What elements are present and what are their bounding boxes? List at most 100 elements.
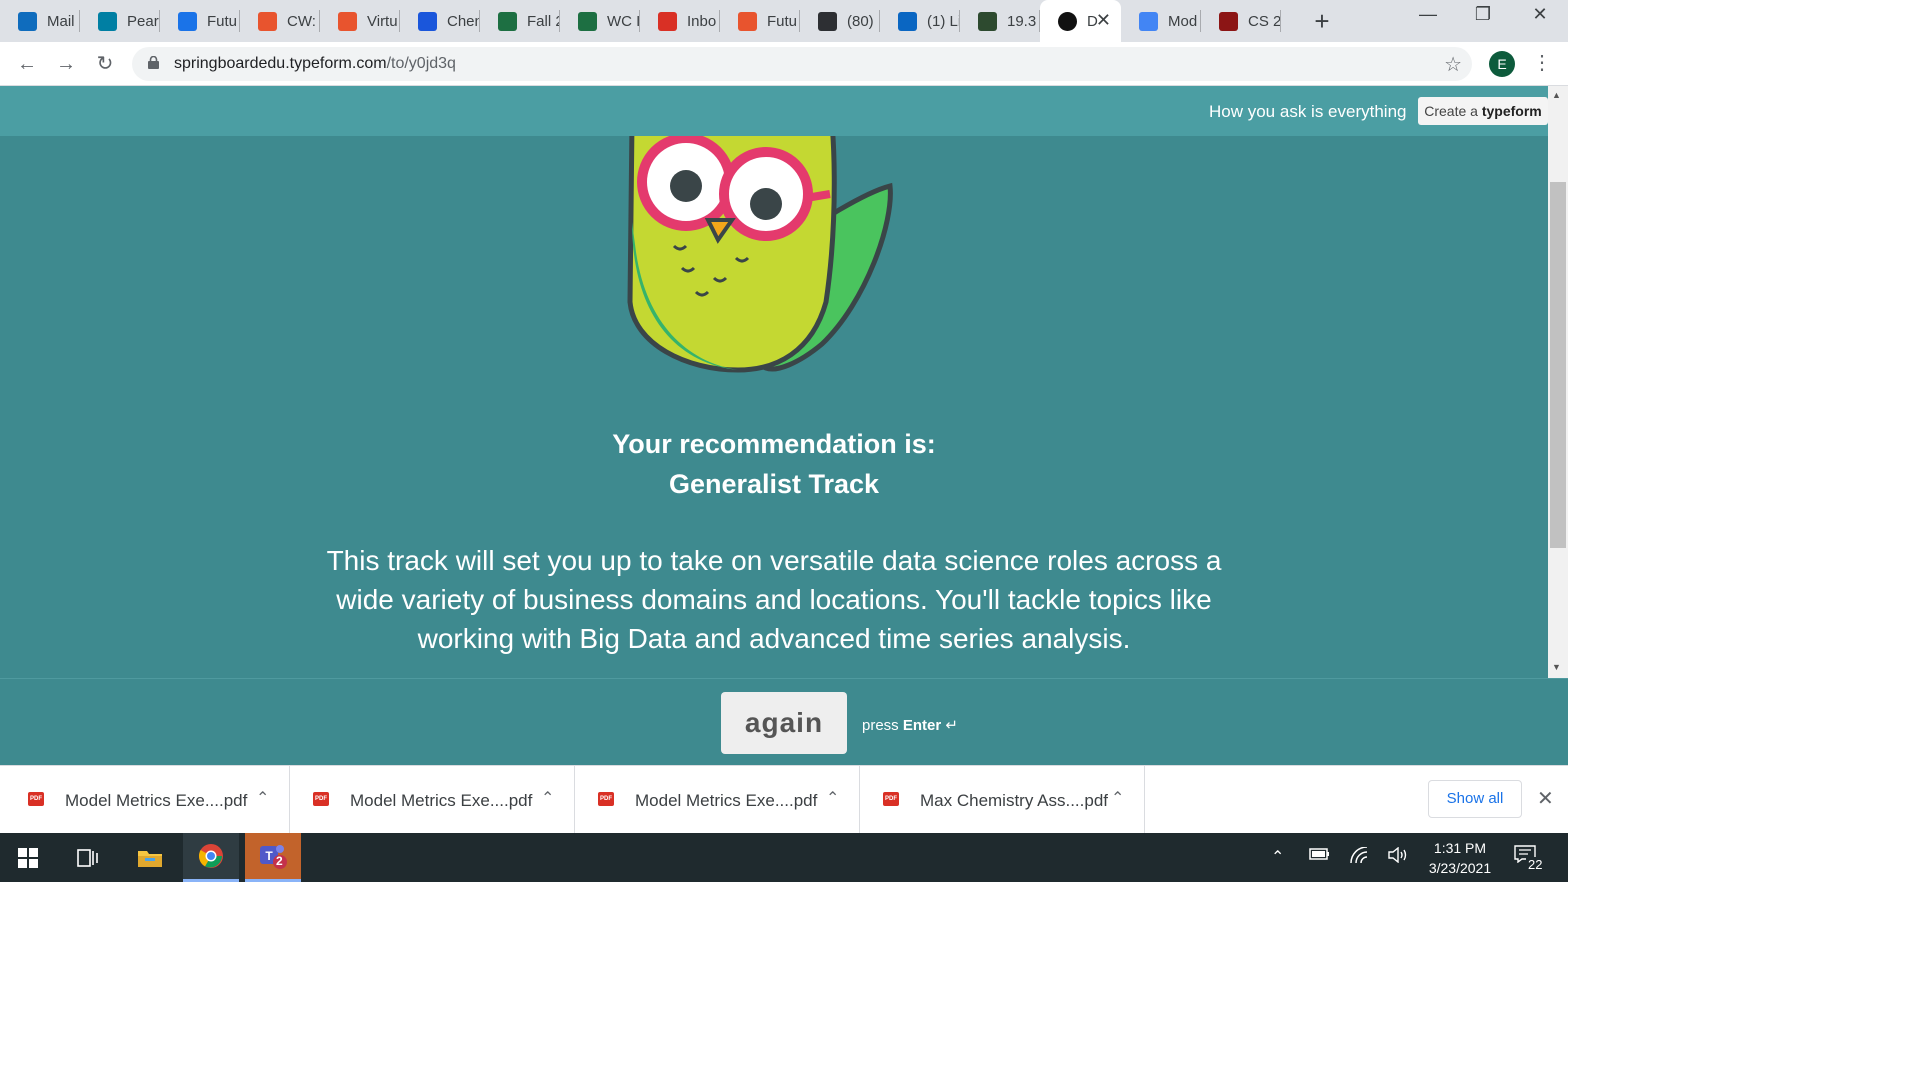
scroll-up-icon[interactable]: ▲: [1552, 90, 1561, 100]
close-window-button[interactable]: ✕: [1520, 4, 1560, 25]
battery-icon[interactable]: [1309, 847, 1331, 866]
system-clock[interactable]: 1:31 PM 3/23/2021: [1420, 838, 1500, 878]
download-item[interactable]: PDF Model Metrics Exe....pdf ⌃: [4, 766, 290, 834]
kebab-menu-icon[interactable]: ⋮: [1532, 50, 1552, 75]
restore-button[interactable]: ❐: [1463, 4, 1503, 25]
browser-tab[interactable]: (80): [800, 0, 880, 42]
tab-label: 19.3: [1007, 12, 1037, 30]
download-item[interactable]: PDF Model Metrics Exe....pdf ⌃: [289, 766, 575, 834]
browser-tab[interactable]: Fall 2: [480, 0, 560, 42]
browser-tab[interactable]: Virtu: [320, 0, 400, 42]
back-arrow-icon[interactable]: ←: [14, 51, 40, 77]
url-host: springboardedu.typeform.com: [174, 55, 387, 72]
teams-taskbar-icon[interactable]: T 2: [245, 833, 301, 882]
url-path: /to/y0jd3q: [386, 55, 456, 72]
teams-badge: 2: [276, 854, 283, 868]
chevron-up-icon[interactable]: ⌃: [1111, 788, 1124, 808]
tab-label: (1) Li: [927, 12, 960, 30]
tab-label: Virtu: [367, 12, 398, 30]
browser-tab[interactable]: CW:: [240, 0, 320, 42]
dark-app-icon: [818, 11, 837, 31]
reload-icon[interactable]: ↻: [92, 51, 118, 77]
browser-tab[interactable]: Futu: [160, 0, 240, 42]
browser-tab[interactable]: Pears: [80, 0, 160, 42]
recommendation-heading: Your recommendation is: Generalist Track: [474, 424, 1074, 504]
tab-label: Mail: [47, 12, 75, 30]
typeform-footer: again press Enter ↵: [0, 678, 1568, 765]
page-scrollbar[interactable]: ▲ ▼: [1548, 86, 1568, 678]
pdf-file-icon: PDF: [28, 792, 44, 806]
profile-avatar[interactable]: E: [1489, 51, 1515, 77]
scrollbar-thumb[interactable]: [1550, 182, 1566, 548]
download-item[interactable]: PDF Model Metrics Exe....pdf ⌃: [574, 766, 860, 834]
scroll-down-icon[interactable]: ▼: [1552, 662, 1561, 672]
tab-label: CS 2: [1248, 12, 1281, 30]
task-view-icon[interactable]: [60, 833, 116, 882]
volume-icon[interactable]: [1388, 846, 1410, 868]
pdf-file-icon: PDF: [598, 792, 614, 806]
typeform-header: How you ask is everything Create a typef…: [0, 86, 1548, 136]
browser-tab[interactable]: 19.3: [960, 0, 1040, 42]
download-filename: Model Metrics Exe....pdf: [635, 791, 818, 810]
tab-label: Futu: [767, 12, 798, 30]
outlook-icon: [18, 11, 37, 31]
clock-time: 1:31 PM: [1433, 840, 1487, 856]
wifi-icon[interactable]: [1349, 846, 1371, 868]
svg-text:T: T: [265, 849, 273, 863]
downloads-bar: PDF Model Metrics Exe....pdf ⌃ PDF Model Met…: [0, 765, 1568, 834]
press-prefix: press: [862, 717, 903, 734]
tagline: How you ask is everything: [1209, 102, 1407, 121]
enter-key-icon: ↵: [945, 717, 958, 734]
browser-tab[interactable]: WC I: [560, 0, 640, 42]
download-item[interactable]: PDF Max Chemistry Ass....pdf ⌃: [859, 766, 1145, 834]
windows-taskbar: T 2 ⌃ 1:31 PM 3/23/2021 22: [0, 833, 1568, 882]
browser-tab[interactable]: Inbo: [640, 0, 720, 42]
browser-tab[interactable]: Mail: [0, 0, 80, 42]
chevron-up-icon[interactable]: ⌃: [256, 788, 269, 808]
chevron-up-icon[interactable]: ⌃: [541, 788, 554, 808]
browser-toolbar: ← → ↻ springboardedu.typeform.com/to/y0j…: [0, 42, 1568, 86]
typeform-page: How you ask is everything Create a typef…: [0, 86, 1548, 678]
notification-center-icon[interactable]: 22: [1514, 845, 1545, 872]
docs-icon: [1139, 11, 1158, 31]
recommendation-description: This track will set you up to take on ve…: [326, 545, 1222, 654]
again-button[interactable]: again: [721, 692, 847, 754]
recommendation-line-2: Generalist Track: [668, 469, 880, 499]
tab-label: WC I: [607, 12, 640, 30]
browser-tab[interactable]: D ✕: [1040, 0, 1121, 42]
file-explorer-icon[interactable]: [122, 833, 178, 882]
bookmark-star-icon[interactable]: ☆: [1444, 52, 1462, 77]
tab-label: Pears: [127, 12, 160, 30]
tab-label: Inbo: [687, 12, 717, 30]
browser-tab[interactable]: CS 2: [1201, 0, 1281, 42]
lock-icon: [148, 56, 159, 69]
excel-icon: [578, 11, 597, 31]
address-bar[interactable]: springboardedu.typeform.com/to/y0jd3q ☆: [132, 47, 1472, 81]
book-icon: [418, 11, 437, 31]
tab-label: Chen: [447, 12, 480, 30]
browser-tab[interactable]: (1) Li: [880, 0, 960, 42]
chevron-up-icon[interactable]: ⌃: [826, 788, 839, 808]
windows-start-icon[interactable]: [0, 833, 56, 882]
swirl-icon: [738, 11, 757, 31]
close-tab-icon[interactable]: ✕: [1096, 10, 1111, 31]
forward-arrow-icon[interactable]: →: [53, 51, 79, 77]
excel-icon: [498, 11, 517, 31]
new-tab-button[interactable]: +: [1310, 6, 1334, 37]
pdf-file-icon: PDF: [883, 792, 899, 806]
browser-tab[interactable]: Chen: [400, 0, 480, 42]
tab-label: CW:: [287, 12, 316, 30]
show-hidden-icons-icon[interactable]: ⌃: [1271, 847, 1284, 867]
swirl-icon: [338, 11, 357, 31]
close-downloads-icon[interactable]: ✕: [1537, 786, 1554, 811]
url-text: springboardedu.typeform.com/to/y0jd3q: [174, 55, 456, 73]
tab-separator: [1280, 10, 1281, 32]
create-typeform-button[interactable]: Create a typeform: [1418, 97, 1548, 125]
browser-tab[interactable]: Mod: [1121, 0, 1201, 42]
show-all-button[interactable]: Show all: [1428, 780, 1522, 818]
chrome-taskbar-icon[interactable]: [183, 833, 239, 882]
download-filename: Max Chemistry Ass....pdf: [920, 791, 1108, 810]
minimize-button[interactable]: —: [1408, 4, 1448, 25]
browser-tab[interactable]: Futu: [720, 0, 800, 42]
download-filename: Model Metrics Exe....pdf: [350, 791, 533, 810]
